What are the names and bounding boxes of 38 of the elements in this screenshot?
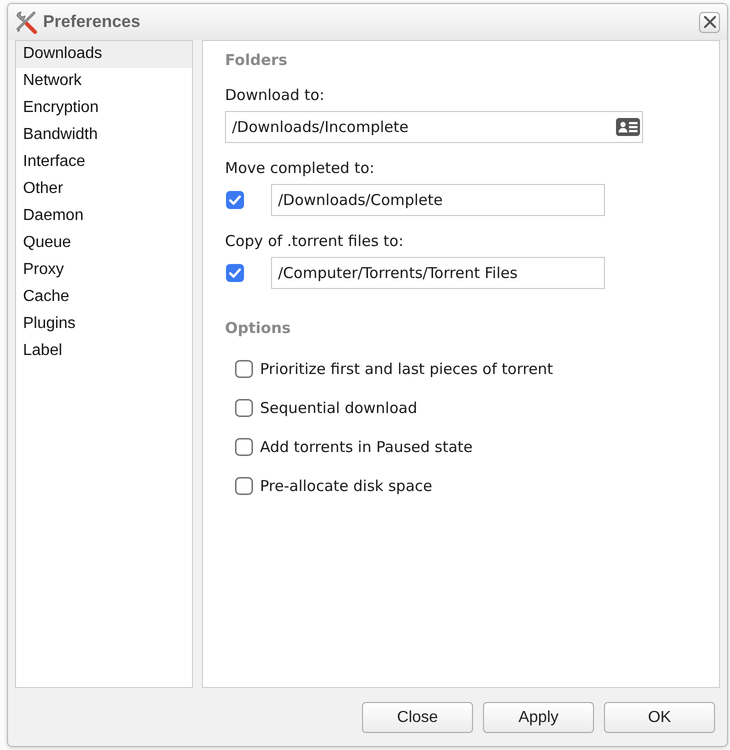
category-item[interactable]: Bandwidth bbox=[16, 122, 192, 149]
category-item[interactable]: Interface bbox=[16, 149, 192, 176]
close-icon bbox=[704, 16, 716, 28]
category-item[interactable]: Network bbox=[16, 68, 192, 95]
field-label: Move completed to: bbox=[225, 158, 376, 178]
contact-card-icon[interactable] bbox=[616, 118, 640, 136]
field-label: Download to: bbox=[225, 85, 326, 105]
category-item[interactable]: Cache bbox=[16, 284, 192, 311]
category-item[interactable]: Queue bbox=[16, 230, 192, 257]
dialog-button[interactable]: Close bbox=[362, 702, 473, 733]
dialog-button[interactable]: OK bbox=[604, 702, 715, 733]
checkbox[interactable] bbox=[235, 438, 253, 456]
section-heading: Options bbox=[225, 318, 292, 338]
category-item[interactable]: Daemon bbox=[16, 203, 192, 230]
checkbox-label: Sequential download bbox=[260, 398, 418, 416]
checkbox-label: Pre-allocate disk space bbox=[260, 476, 432, 494]
checkbox-label: Add torrents in Paused state bbox=[260, 438, 473, 456]
category-item[interactable]: Other bbox=[16, 176, 192, 203]
checkbox-label: Prioritize first and last pieces of torrent bbox=[260, 360, 554, 378]
checkbox[interactable] bbox=[226, 264, 244, 282]
folder-path-field[interactable]: /Downloads/Incomplete bbox=[225, 111, 643, 143]
checkbox[interactable] bbox=[235, 476, 253, 494]
category-item[interactable]: Proxy bbox=[16, 257, 192, 284]
category-item[interactable]: Plugins bbox=[16, 311, 192, 338]
window-title: Preferences bbox=[43, 12, 142, 32]
checkbox[interactable] bbox=[235, 360, 253, 378]
section-heading: Folders bbox=[225, 50, 288, 70]
folder-path-field[interactable]: /Downloads/Complete bbox=[271, 184, 605, 216]
wrench-screwdriver-icon bbox=[14, 10, 38, 34]
field-label: Copy of .torrent files to: bbox=[225, 231, 405, 251]
category-item[interactable]: Downloads bbox=[16, 41, 192, 68]
checkbox[interactable] bbox=[226, 191, 244, 209]
checkbox[interactable] bbox=[235, 398, 253, 416]
category-item[interactable]: Label bbox=[16, 338, 192, 365]
category-item[interactable]: Encryption bbox=[16, 95, 192, 122]
folder-path-field[interactable]: /Computer/Torrents/Torrent Files bbox=[271, 257, 605, 289]
close-button[interactable] bbox=[699, 12, 720, 32]
dialog-button[interactable]: Apply bbox=[483, 702, 594, 733]
